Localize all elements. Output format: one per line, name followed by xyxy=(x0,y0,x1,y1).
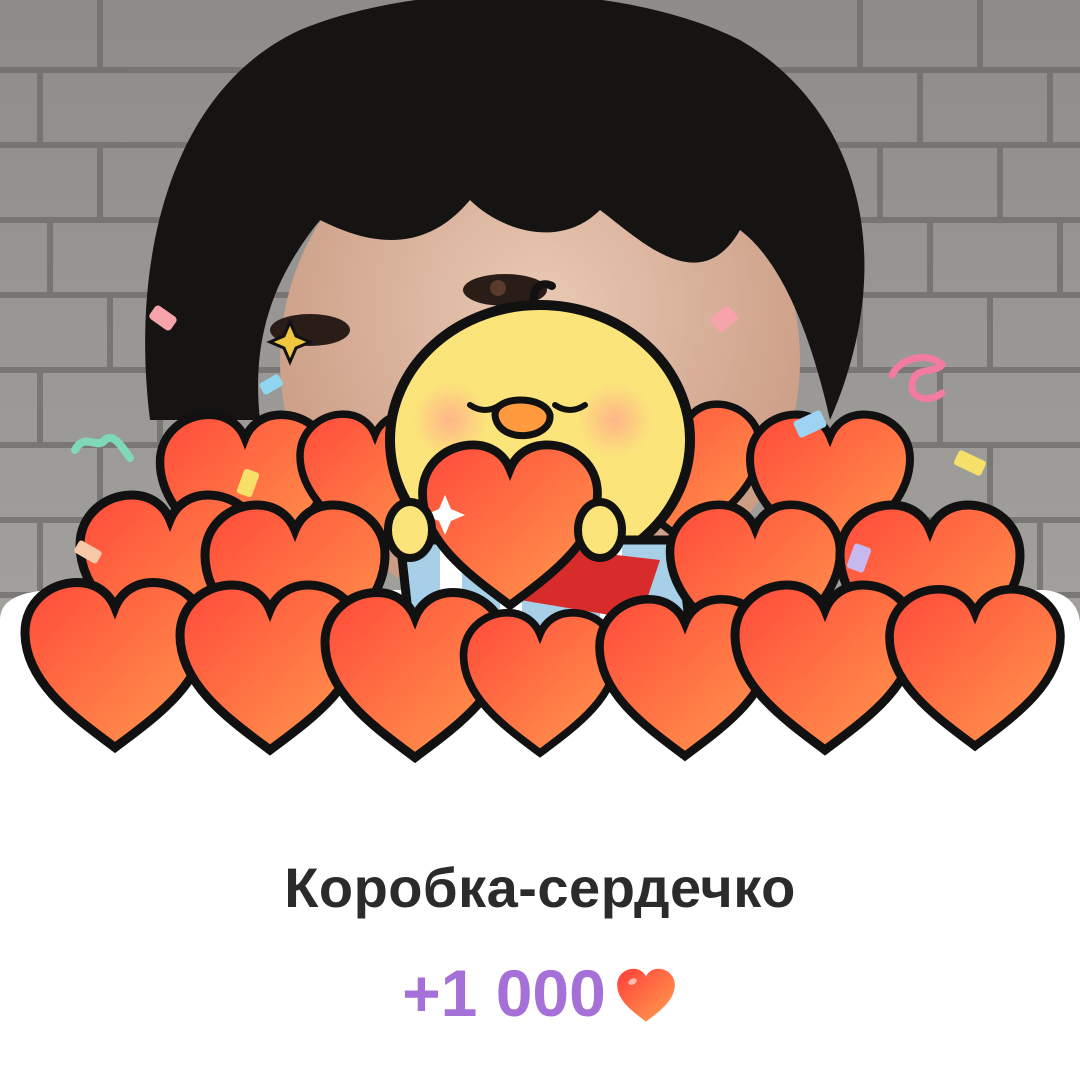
reward-amount: +1 000 xyxy=(402,956,606,1030)
gift-title: Коробка-сердечко xyxy=(284,856,796,919)
reward-row: +1 000 xyxy=(0,955,1080,1031)
heart-icon xyxy=(617,968,675,1022)
gift-illustration xyxy=(0,280,1080,800)
gift-popup: Коробка-сердечко +1 000 xyxy=(0,0,1080,1080)
